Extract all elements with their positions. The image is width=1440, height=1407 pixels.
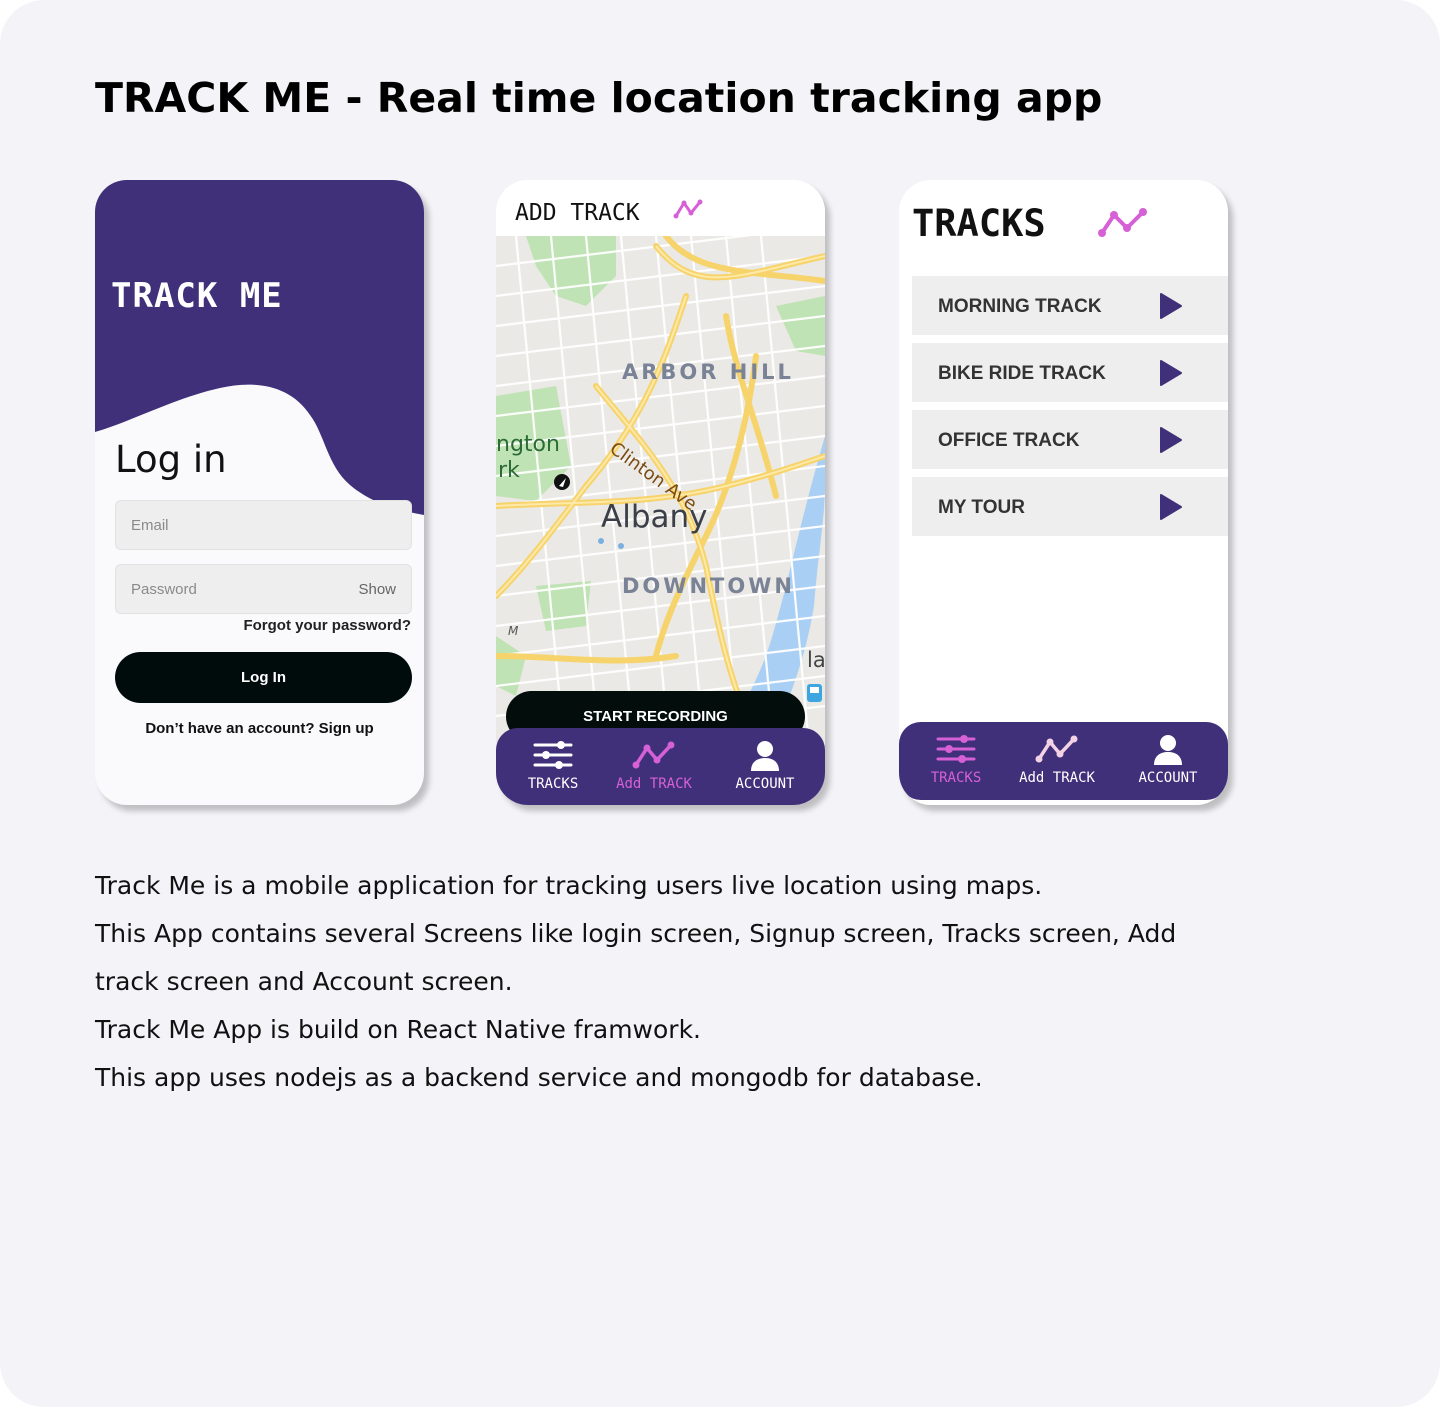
description-line: Track Me is a mobile application for tra… <box>95 871 1043 900</box>
forgot-password-link[interactable]: Forgot your password? <box>243 617 411 634</box>
tab-tracks-label: TRACKS <box>527 776 579 792</box>
email-input[interactable] <box>116 501 411 549</box>
add-track-header: ADD TRACK <box>496 180 825 236</box>
tab-add-track[interactable]: Add TRACK <box>1006 722 1108 800</box>
map-label-albany: Albany <box>601 499 708 535</box>
tab-add-track-label: Add TRACK <box>616 776 692 792</box>
tab-tracks[interactable]: TRACKS <box>506 728 600 805</box>
track-label: OFFICE TRACK <box>938 430 1080 451</box>
sliders-icon <box>936 735 976 763</box>
login-screen: TRACK ME Log in Show Forgot your passwor… <box>95 180 424 805</box>
add-track-screen: ADD TRACK ARBOR HILL Clinton Ave Albany … <box>496 180 825 805</box>
sliders-icon <box>533 741 573 769</box>
bottom-tab-bar: TRACKS Add TRACK ACCOUNT <box>899 722 1228 800</box>
play-icon[interactable] <box>1159 493 1183 521</box>
password-field[interactable]: Show <box>115 564 412 614</box>
login-heading: Log in <box>115 438 227 481</box>
description: Track Me is a mobile application for tra… <box>95 862 1275 1102</box>
tab-account-label: ACCOUNT <box>1138 770 1198 786</box>
track-label: MORNING TRACK <box>938 296 1102 317</box>
map-label-partial-m: M <box>508 624 519 638</box>
user-icon <box>751 741 779 771</box>
description-line: This app uses nodejs as a backend servic… <box>95 1063 983 1092</box>
map-label-arbor-hill: ARBOR HILL <box>622 360 794 384</box>
signup-link[interactable]: Don’t have an account? Sign up <box>95 720 424 737</box>
user-icon <box>1154 735 1182 765</box>
map-label-partial-left-2: rk <box>498 458 520 483</box>
tracks-title: TRACKS <box>912 202 1046 245</box>
email-field[interactable] <box>115 500 412 550</box>
track-row-my-tour[interactable]: MY TOUR <box>912 477 1228 536</box>
track-label: BIKE RIDE TRACK <box>938 363 1106 384</box>
map-label-downtown: DOWNTOWN <box>622 574 795 598</box>
map-view[interactable]: ARBOR HILL Clinton Ave Albany DOWNTOWN n… <box>496 236 825 766</box>
login-button[interactable]: Log In <box>115 652 412 703</box>
map-label-partial-right: la <box>807 648 825 672</box>
tracks-screen: TRACKS MORNING TRACK BIKE RIDE TRACK OFF… <box>899 180 1228 805</box>
description-line: track screen and Account screen. <box>95 967 513 996</box>
tab-add-track-label: Add TRACK <box>1019 770 1095 786</box>
track-row-morning[interactable]: MORNING TRACK <box>912 276 1228 335</box>
add-track-title: ADD TRACK <box>515 200 640 226</box>
tab-add-track[interactable]: Add TRACK <box>603 728 705 805</box>
showcase-card: TRACK ME - Real time location tracking a… <box>0 0 1440 1407</box>
tab-tracks[interactable]: TRACKS <box>909 722 1003 800</box>
trend-line-icon <box>673 199 703 219</box>
show-password-toggle[interactable]: Show <box>358 581 396 598</box>
map-label-partial-left-1: ngton <box>496 432 560 457</box>
trend-line-icon <box>1098 208 1147 237</box>
tab-account[interactable]: ACCOUNT <box>1117 722 1219 800</box>
track-row-bike-ride[interactable]: BIKE RIDE TRACK <box>912 343 1228 402</box>
play-icon[interactable] <box>1159 292 1183 320</box>
track-row-office[interactable]: OFFICE TRACK <box>912 410 1228 469</box>
tab-tracks-label: TRACKS <box>930 770 982 786</box>
description-line: This App contains several Screens like l… <box>95 919 1177 948</box>
trend-line-icon <box>1035 735 1078 763</box>
play-icon[interactable] <box>1159 359 1183 387</box>
bottom-tab-bar: TRACKS Add TRACK ACCOUNT <box>496 728 825 805</box>
tab-account[interactable]: ACCOUNT <box>714 728 816 805</box>
play-icon[interactable] <box>1159 426 1183 454</box>
page-title: TRACK ME - Real time location tracking a… <box>95 74 1103 122</box>
track-label: MY TOUR <box>938 497 1025 518</box>
description-line: Track Me App is build on React Native fr… <box>95 1015 702 1044</box>
brand-title: TRACK ME <box>111 276 283 316</box>
trend-line-icon <box>632 741 675 769</box>
tab-account-label: ACCOUNT <box>735 776 795 792</box>
